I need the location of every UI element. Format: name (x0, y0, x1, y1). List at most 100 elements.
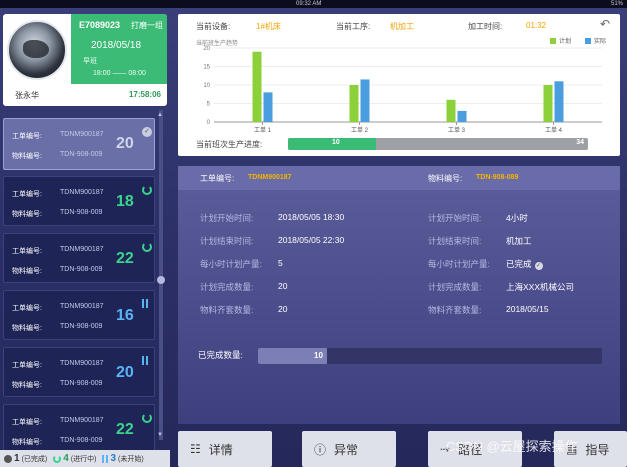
production-chart: 当前班生产趋势 计划 实际 0 5 10 15 20 工单 1 工单 2 工单 3 工单 4 (192, 36, 612, 136)
guide-label: 指导 (585, 442, 610, 457)
exception-button[interactable]: ⓘ 异常 (302, 431, 396, 467)
legend-not-started: 3 (未开始) (102, 453, 144, 464)
plan-qty-value: 20 (278, 281, 288, 291)
scroll-up-icon[interactable]: ▲ (157, 112, 163, 118)
y-tick-label: 5 (207, 102, 211, 108)
order-label: 工单编号: (12, 248, 42, 255)
order-number: TDNM900187 (60, 246, 104, 253)
completed-value: 10 (314, 351, 323, 360)
in-progress-icon (142, 185, 152, 195)
y-tick-label: 20 (203, 46, 210, 52)
operator-profile-card: E7089023 打磨一组 2018/05/18 早班 18:00 —— 08:… (3, 14, 167, 106)
plan-end-label-right: 计划结束时间: (428, 236, 482, 246)
bar-actual (554, 81, 564, 122)
bar-plan (252, 51, 262, 123)
order-label: 工单编号: (12, 133, 42, 140)
material-qty-label: 物料齐套数量: (200, 305, 254, 315)
operator-name: 张永华 (15, 91, 39, 100)
order-number: TDNM900187 (60, 131, 104, 138)
details-button[interactable]: ☷ 详情 (178, 431, 272, 467)
bar-actual (457, 110, 467, 122)
production-overview-panel: 当前设备: 1#机床 当前工序: 机加工 加工时间: 01:32 ↶ 当前班生产… (178, 14, 620, 156)
battery-indicator: 51% (610, 1, 623, 7)
process-value-right: 机加工 (506, 236, 532, 246)
bar-plan (349, 85, 359, 122)
order-count: 18 (116, 193, 134, 210)
exception-label: 异常 (334, 442, 359, 457)
device-value: 1#机床 (256, 22, 281, 31)
list-icon: ☷ (190, 442, 201, 456)
back-arrow-icon[interactable]: ↶ (600, 18, 614, 30)
scrollbar-track[interactable] (159, 110, 163, 440)
order-label: 工单编号: (12, 362, 42, 369)
scrollbar-thumb[interactable] (157, 276, 165, 284)
progress-total: 34 (576, 139, 584, 146)
time-label: 加工时间: (468, 22, 503, 31)
notstarted-label: (未开始) (118, 455, 144, 463)
profile-date: 2018/05/18 (91, 40, 142, 51)
plan-qty-label: 计划完成数量: (200, 282, 254, 292)
detail-material-value: TDN-908-089 (476, 174, 519, 181)
hourly-plan-label: 每小时计划产量: (200, 259, 262, 269)
scroll-down-icon[interactable]: ▼ (157, 432, 163, 438)
work-order-card[interactable]: 工单编号: TDNM900187 物料编号: TDN-908-009 18 (3, 176, 155, 226)
progress-done: 10 (332, 139, 340, 146)
process-label: 当前工序: (336, 22, 371, 31)
work-order-card[interactable]: 工单编号: TDNM900187 物料编号: TDN-908-009 22 (3, 404, 155, 454)
order-count: 22 (116, 250, 134, 267)
plan-start-value: 2018/05/05 18:30 (278, 212, 345, 222)
status-legend: 1 (已完成) 4 (进行中) 3 (未开始) (0, 450, 170, 467)
material-number: TDN-908-009 (60, 380, 103, 387)
y-tick-label: 10 (203, 83, 210, 89)
detail-header: 工单编号: TDNM900187 物料编号: TDN-908-089 (178, 166, 620, 190)
y-tick-label: 0 (207, 120, 211, 126)
order-count: 16 (116, 307, 134, 324)
notstarted-count: 3 (110, 453, 117, 464)
done-icon (4, 454, 12, 463)
material-label: 物料编号: (12, 268, 42, 275)
work-order-list: 工单编号: TDNM900187 物料编号: TDN-908-009 20 ✓ … (0, 118, 170, 458)
profile-header: E7089023 打磨一组 2018/05/18 早班 18:00 —— 08:… (71, 14, 167, 84)
process-value: 机加工 (390, 22, 414, 31)
hourly-plan-label-right: 每小时计划产量: (428, 259, 490, 269)
plan-end-label: 计划结束时间: (200, 236, 254, 246)
in-progress-icon (53, 454, 62, 463)
order-label: 工单编号: (12, 419, 42, 426)
material-number: TDN-908-009 (60, 266, 103, 273)
device-label: 当前设备: (196, 22, 231, 31)
status-bar: 09:32 AM 51% (0, 0, 627, 8)
legend-done: 1 (已完成) (4, 453, 47, 464)
work-order-card[interactable]: 工单编号: TDNM900187 物料编号: TDN-908-009 20 (3, 347, 155, 397)
done-label: (已完成) (21, 455, 48, 463)
status-value: 已完成 ✓ (506, 259, 543, 270)
work-order-detail-panel: 工单编号: TDNM900187 物料编号: TDN-908-089 计划开始时… (178, 166, 620, 424)
company-value: 上海XXX机械公司 (506, 282, 575, 292)
watermark: CSDN @云屋探索操作 (446, 439, 578, 454)
chart-svg: 0 5 10 15 20 工单 1 工单 2 工单 3 工单 4 (203, 46, 602, 134)
team-name: 打磨一组 (131, 21, 163, 30)
bar-plan (543, 85, 553, 122)
shift-time: 18:00 —— 08:00 (93, 70, 146, 77)
plan-end-value: 2018/05/05 22:30 (278, 235, 345, 245)
y-tick-label: 15 (203, 65, 210, 71)
order-count: 20 (116, 135, 134, 152)
material-number: TDN-908-009 (60, 151, 103, 158)
pause-icon (142, 299, 152, 309)
check-icon: ✓ (534, 262, 543, 270)
shift-name: 早班 (83, 58, 97, 65)
pause-icon (102, 454, 109, 463)
work-order-card[interactable]: 工单编号: TDNM900187 物料编号: TDN-908-009 22 (3, 233, 155, 283)
material-number: TDN-908-009 (60, 323, 103, 330)
detail-order-label: 工单编号: (200, 174, 235, 183)
work-order-card[interactable]: 工单编号: TDNM900187 物料编号: TDN-908-009 16 (3, 290, 155, 340)
time-value: 01:32 (526, 21, 547, 30)
work-order-card[interactable]: 工单编号: TDNM900187 物料编号: TDN-908-009 20 ✓ (3, 118, 155, 170)
x-tick-label: 工单 2 (351, 126, 369, 134)
material-qty-value: 20 (278, 304, 288, 314)
progress-count: 4 (63, 453, 69, 464)
material-number: TDN-908-009 (60, 209, 103, 216)
avatar (7, 20, 67, 80)
completed-bar: 10 (258, 348, 602, 364)
status-clock: 09:32 AM (296, 1, 322, 7)
order-number: TDNM900187 (60, 417, 104, 424)
